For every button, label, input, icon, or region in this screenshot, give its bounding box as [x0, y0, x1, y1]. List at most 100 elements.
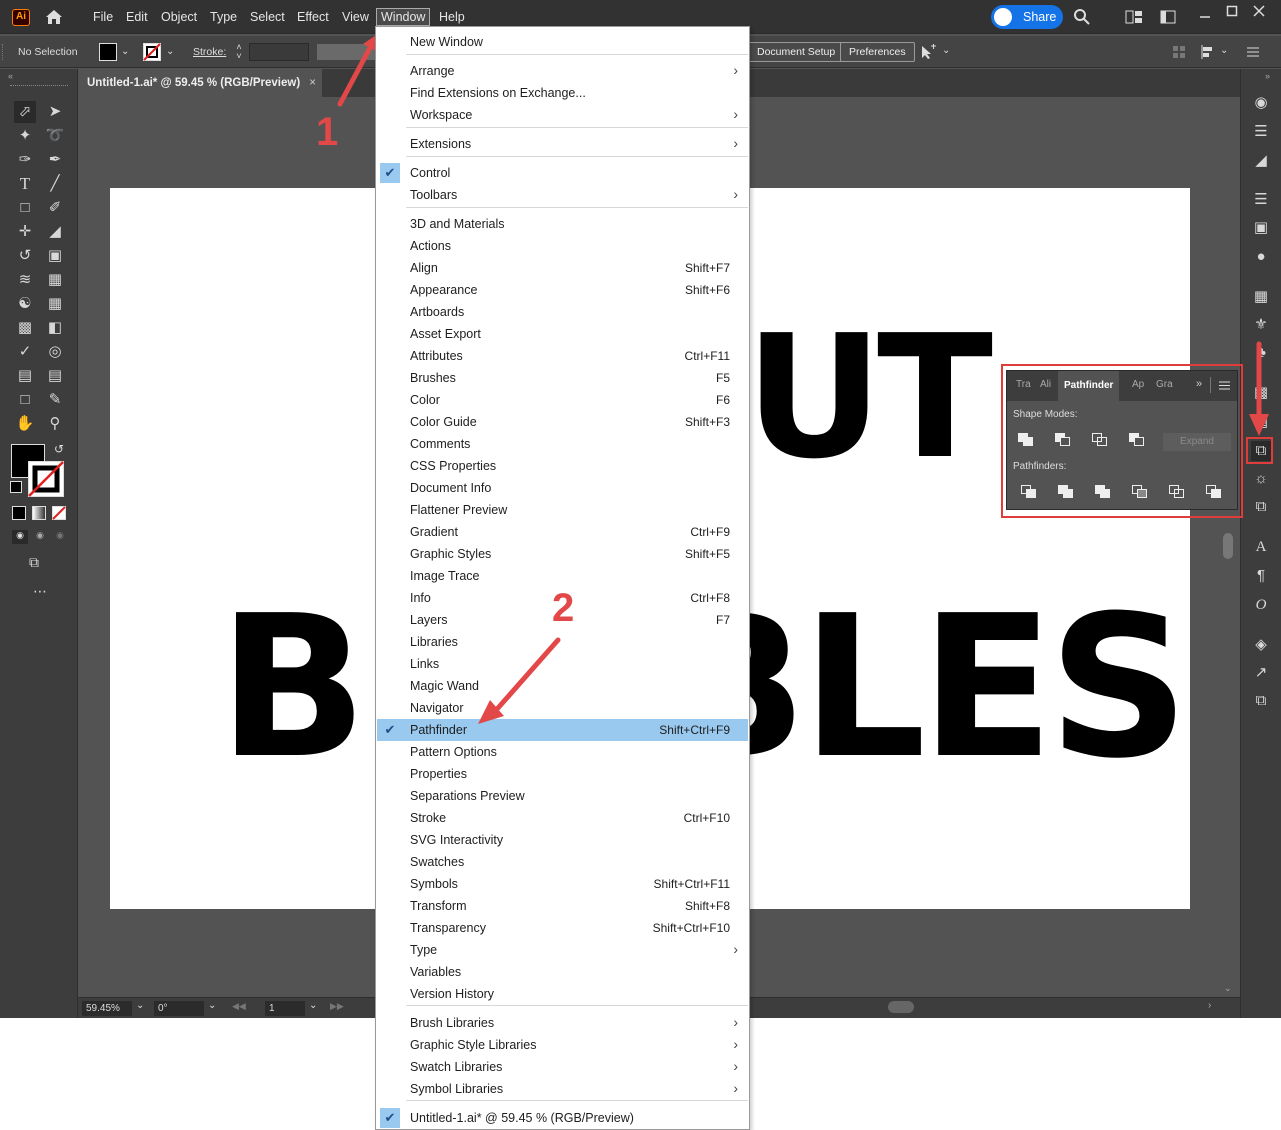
menu-item-find-extensions-on-exchange[interactable]: Find Extensions on Exchange...	[377, 82, 748, 104]
menu-item-align[interactable]: Align Shift+F7	[377, 257, 748, 279]
color-guide-icon[interactable]: ◢	[1251, 151, 1271, 171]
screen-mode-icon[interactable]: ⧉	[29, 554, 51, 570]
expand-panels-icon[interactable]: »	[1265, 71, 1270, 81]
mesh-tool-icon[interactable]: ▩	[14, 317, 36, 339]
menu-item-brushes[interactable]: Brushes F5	[377, 367, 748, 389]
stroke-panel-icon[interactable]: ☰	[1251, 190, 1271, 210]
line-tool-icon[interactable]: ╱	[44, 173, 66, 195]
eyedropper-tool-icon[interactable]: ✓	[14, 341, 36, 363]
type-tool-icon[interactable]: T	[14, 173, 36, 195]
menu-item-type[interactable]: Type ›	[377, 939, 748, 961]
artboard-number-field[interactable]: 1	[265, 1001, 305, 1016]
brushes-icon[interactable]: ⚜	[1251, 315, 1271, 335]
menu-help[interactable]: Help	[435, 8, 469, 26]
gradient-tool-icon[interactable]: ◧	[44, 317, 66, 339]
menu-item-graphic-styles[interactable]: Graphic Styles Shift+F5	[377, 543, 748, 565]
chevron-down-icon[interactable]: ⌄	[208, 1000, 216, 1011]
symbol-sprayer-tool-icon[interactable]: ▤	[14, 365, 36, 387]
curvature-tool-icon[interactable]: ✒	[44, 149, 66, 171]
menu-item-svg-interactivity[interactable]: SVG Interactivity	[377, 829, 748, 851]
scale-tool-icon[interactable]: ▣	[44, 245, 66, 267]
menu-item-actions[interactable]: Actions	[377, 235, 748, 257]
search-icon[interactable]	[1073, 8, 1091, 26]
menu-object[interactable]: Object	[157, 8, 201, 26]
character-icon[interactable]: A	[1251, 537, 1271, 557]
panel-menu-icon[interactable]	[1246, 46, 1260, 58]
rotation-field[interactable]: 0°	[154, 1001, 204, 1016]
menu-item-variables[interactable]: Variables	[377, 961, 748, 983]
menu-item-transparency[interactable]: Transparency Shift+Ctrl+F10	[377, 917, 748, 939]
draw-normal-icon[interactable]: ◉	[12, 530, 28, 544]
menu-item-properties[interactable]: Properties	[377, 763, 748, 785]
asset-export-icon[interactable]: ↗	[1251, 663, 1271, 683]
menu-item-image-trace[interactable]: Image Trace	[377, 565, 748, 587]
menu-item-appearance[interactable]: Appearance Shift+F6	[377, 279, 748, 301]
minimize-icon[interactable]	[1199, 8, 1211, 20]
menu-item-transform[interactable]: Transform Shift+F8	[377, 895, 748, 917]
menu-item-gradient[interactable]: Gradient Ctrl+F9	[377, 521, 748, 543]
free-transform-tool-icon[interactable]: ▦	[44, 269, 66, 291]
menu-item-color-guide[interactable]: Color Guide Shift+F3	[377, 411, 748, 433]
rectangle-tool-icon[interactable]: □	[14, 197, 36, 219]
menu-view[interactable]: View	[338, 8, 373, 26]
draw-behind-icon[interactable]: ◉	[32, 530, 48, 544]
menu-item-new-window[interactable]: New Window	[377, 31, 748, 53]
control-bar-grip[interactable]	[2, 44, 5, 60]
lasso-tool-icon[interactable]: ➰	[44, 125, 66, 147]
chevron-down-icon[interactable]: ⌄	[1220, 45, 1228, 56]
chevron-down-icon[interactable]: ⌄	[942, 45, 950, 56]
menu-item-artboards[interactable]: Artboards	[377, 301, 748, 323]
more-tools-icon[interactable]: ⋯	[33, 583, 47, 600]
color-mode-icon[interactable]	[12, 506, 26, 520]
gradient-panel-icon[interactable]: ▣	[1251, 218, 1271, 238]
menu-edit[interactable]: Edit	[122, 8, 152, 26]
chevron-down-icon[interactable]: ⌄	[121, 46, 129, 57]
swatches-icon[interactable]: ▦	[1251, 287, 1271, 307]
menu-item-swatches[interactable]: Swatches	[377, 851, 748, 873]
collapse-icon[interactable]: «	[8, 71, 13, 81]
menu-file[interactable]: File	[89, 8, 117, 26]
chevron-down-icon[interactable]: ⌄	[309, 1000, 317, 1011]
stroke-label[interactable]: Stroke:	[193, 46, 226, 58]
home-icon[interactable]	[44, 7, 64, 27]
document-setup-button[interactable]: Document Setup	[749, 42, 845, 62]
zoom-field[interactable]: 59.45%	[82, 1001, 132, 1016]
menu-item-workspace[interactable]: Workspace ›	[377, 104, 748, 126]
menu-item-stroke[interactable]: Stroke Ctrl+F10	[377, 807, 748, 829]
arrange-documents-icon[interactable]	[1125, 10, 1143, 24]
menu-effect[interactable]: Effect	[293, 8, 333, 26]
stroke-swatch[interactable]	[143, 43, 161, 61]
shaper-tool-icon[interactable]: ✛	[14, 221, 36, 243]
graphic-styles-icon[interactable]: ⧉	[1251, 497, 1271, 517]
menu-item-brush-libraries[interactable]: Brush Libraries ›	[377, 1012, 748, 1034]
menu-item-arrange[interactable]: Arrange ›	[377, 60, 748, 82]
maximize-icon[interactable]	[1226, 5, 1238, 17]
menu-item-asset-export[interactable]: Asset Export	[377, 323, 748, 345]
eraser-tool-icon[interactable]: ◢	[44, 221, 66, 243]
selection-tool-icon[interactable]: ⬀	[14, 101, 36, 123]
chevron-right-icon[interactable]: ›	[1208, 1000, 1211, 1011]
document-tab[interactable]: Untitled-1.ai* @ 59.45 % (RGB/Preview) ×	[78, 69, 322, 97]
share-button[interactable]: Share	[991, 5, 1063, 29]
first-artboard-icon[interactable]: ◀◀	[232, 1001, 246, 1012]
stroke-weight-field[interactable]	[249, 43, 309, 61]
menu-item-separations-preview[interactable]: Separations Preview	[377, 785, 748, 807]
none-mode-icon[interactable]	[52, 506, 66, 520]
last-artboard-icon[interactable]: ▶▶	[330, 1001, 344, 1012]
magic-wand-tool-icon[interactable]: ✦	[14, 125, 36, 147]
menu-item-flattener-preview[interactable]: Flattener Preview	[377, 499, 748, 521]
stroke-weight-stepper[interactable]: ˄ ˅	[233, 43, 245, 61]
menu-item-pattern-options[interactable]: Pattern Options	[377, 741, 748, 763]
column-graph-tool-icon[interactable]: ▤	[44, 365, 66, 387]
paintbrush-tool-icon[interactable]: ✐	[44, 197, 66, 219]
transparency-icon[interactable]: ●	[1251, 247, 1271, 267]
rotate-tool-icon[interactable]: ↺	[14, 245, 36, 267]
menu-item-graphic-style-libraries[interactable]: Graphic Style Libraries ›	[377, 1034, 748, 1056]
menu-item-control[interactable]: ✔ Control	[377, 162, 748, 184]
align-icon[interactable]	[1200, 45, 1218, 59]
toolbar-grip[interactable]	[10, 85, 68, 87]
menu-select[interactable]: Select	[246, 8, 289, 26]
slice-tool-icon[interactable]: ✎	[44, 389, 66, 411]
chevron-down-icon[interactable]: ⌄	[136, 1000, 144, 1011]
scrollbar-thumb[interactable]	[1223, 533, 1233, 559]
